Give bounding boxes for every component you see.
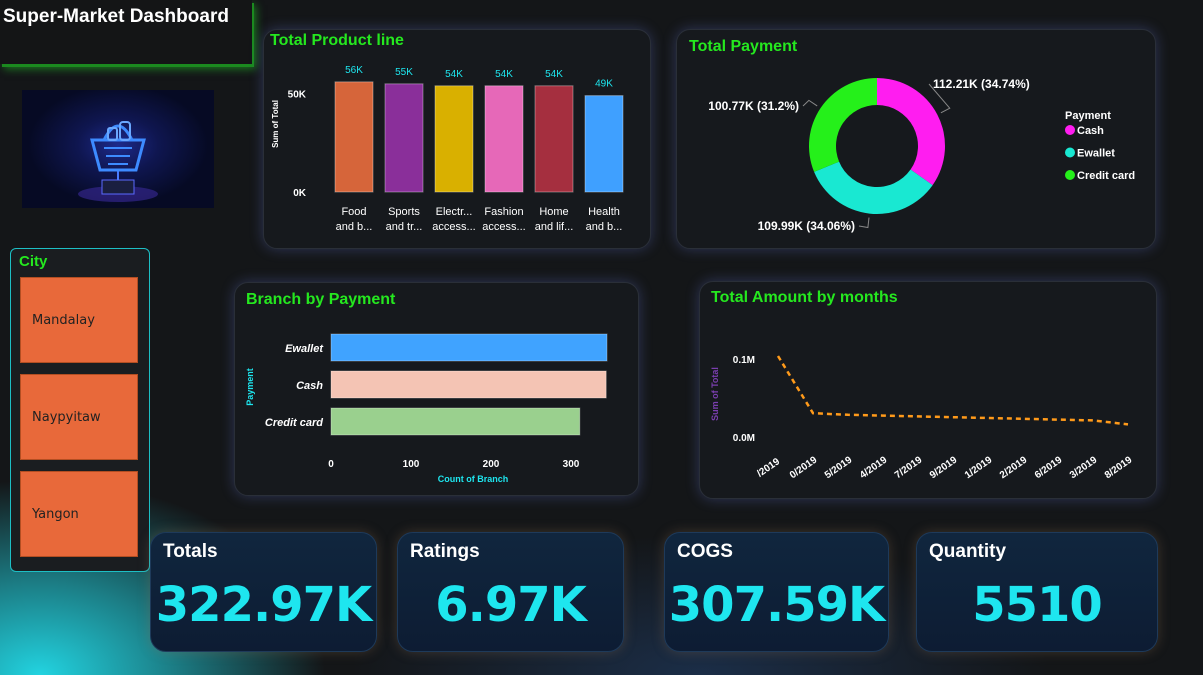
product-bar: [384, 83, 424, 193]
payment-legend-title: Payment: [1065, 110, 1111, 122]
product-category-label: and lif...: [535, 221, 574, 233]
kpi-cogs-value: 307.59K: [668, 577, 885, 633]
product-category-label: Health: [588, 206, 620, 218]
product-y-tick: 0K: [293, 188, 307, 199]
branch-card: Branch by Payment Ewallet Cash Credit card…: [234, 282, 639, 496]
product-data-label: 55K: [395, 67, 413, 78]
dashboard-title: Super-Market Dashboard: [3, 6, 229, 27]
product-category-label: Food: [341, 206, 366, 218]
payment-data-label: 112.21K (34.74%): [933, 77, 1030, 91]
kpi-ratings-label: Ratings: [410, 541, 480, 562]
neon-shopping-basket-icon: [22, 90, 214, 208]
payment-card: Total Payment 112.21K (34.74%) 109.99K (3…: [676, 29, 1156, 249]
payment-slice: [809, 78, 877, 172]
months-x-tick: 5/2019: [823, 454, 855, 481]
payment-legend-item: Ewallet: [1077, 148, 1115, 160]
product-line-card: Total Product line Sum of Total 0K 50K 56K F…: [263, 29, 651, 249]
product-category-label: access...: [432, 221, 475, 233]
product-data-label: 54K: [445, 69, 463, 80]
city-item-yangon[interactable]: Yangon: [20, 471, 138, 557]
product-data-label: 54K: [495, 69, 513, 80]
product-data-label: 49K: [595, 79, 613, 90]
payment-slice: [877, 78, 945, 186]
product-category-label: and tr...: [386, 221, 423, 233]
product-category-label: and b...: [586, 221, 623, 233]
product-category-label: Electr...: [436, 206, 473, 218]
kpi-totals: Totals 322.97K: [150, 532, 377, 652]
product-bar: [584, 95, 624, 193]
kpi-totals-value: 322.97K: [155, 577, 372, 633]
payment-legend-marker: [1065, 147, 1075, 158]
branch-x-tick: 0: [328, 459, 334, 470]
months-y-tick: 0.1M: [733, 355, 755, 366]
payment-legend-item: Cash: [1077, 125, 1104, 137]
payment-legend-marker: [1065, 125, 1075, 135]
city-slicer: City Mandalay Naypyitaw Yangon: [10, 248, 150, 572]
product-category-label: Sports: [388, 206, 420, 218]
product-category-label: and b...: [336, 221, 373, 233]
kpi-cogs-label: COGS: [677, 541, 733, 562]
kpi-quantity: Quantity 5510: [916, 532, 1158, 652]
payment-leader-line: [858, 217, 870, 229]
product-bar: [484, 85, 524, 193]
branch-category-label: Cash: [296, 380, 323, 392]
product-y-tick: 50K: [288, 90, 307, 101]
months-x-tick: 2/2019: [998, 454, 1030, 481]
product-line-chart: Sum of Total 0K 50K 56K Food and b... 55K Sport…: [271, 65, 624, 233]
months-x-tick: 6/2019: [1033, 454, 1065, 481]
branch-bar-chart: Ewallet Cash Credit card 0 100 200 300 Count of…: [245, 333, 608, 484]
branch-category-label: Ewallet: [285, 343, 324, 355]
months-x-tick: 3/2019: [1068, 454, 1100, 481]
payment-donut-chart: 112.21K (34.74%) 109.99K (34.06%) 100.77K …: [708, 77, 1135, 233]
months-y-tick: 0.0M: [733, 433, 755, 444]
kpi-cogs: COGS 307.59K: [664, 532, 889, 652]
months-x-tick: 8/2019: [1103, 454, 1135, 481]
months-line-chart: Sum of Total 0.0M 0.1M/2019 0/2019 5/2019 4/2…: [710, 355, 1135, 481]
product-y-axis-label: Sum of Total: [271, 100, 280, 148]
branch-bar: [330, 333, 608, 362]
branch-x-tick: 300: [563, 459, 580, 470]
kpi-quantity-value: 5510: [972, 577, 1103, 633]
product-bar: [334, 81, 374, 193]
city-item-naypyitaw[interactable]: Naypyitaw: [20, 374, 138, 460]
product-category-label: access...: [482, 221, 525, 233]
city-slicer-title: City: [19, 253, 48, 270]
product-data-label: 54K: [545, 69, 563, 80]
payment-legend-marker: [1065, 170, 1075, 180]
product-bar: [434, 85, 474, 193]
branch-bar: [330, 407, 581, 436]
branch-bar: [330, 370, 607, 399]
city-item-mandalay[interactable]: Mandalay: [20, 277, 138, 363]
months-x-tick: 4/2019: [858, 454, 890, 481]
months-x-tick: 7/2019: [893, 454, 925, 481]
kpi-ratings: Ratings 6.97K: [397, 532, 624, 652]
payment-legend-item: Credit card: [1077, 170, 1135, 182]
branch-x-tick: 200: [483, 459, 500, 470]
dashboard-title-box: Super-Market Dashboard: [0, 0, 252, 64]
payment-leader-line: [802, 99, 818, 107]
months-card: Total Amount by months Sum of Total 0.0M 0…: [699, 281, 1157, 499]
kpi-totals-label: Totals: [163, 541, 218, 562]
payment-data-label: 109.99K (34.06%): [758, 219, 855, 233]
months-x-tick: 9/2019: [928, 454, 960, 481]
product-category-label: Home: [539, 206, 568, 218]
product-bar: [534, 85, 574, 193]
months-y-axis-label: Sum of Total: [710, 367, 720, 421]
months-x-tick: 0/2019: [788, 454, 820, 481]
product-category-label: Fashion: [484, 206, 523, 218]
kpi-ratings-value: 6.97K: [435, 577, 587, 633]
branch-y-axis-label: Payment: [245, 368, 255, 406]
branch-category-label: Credit card: [265, 417, 323, 429]
product-data-label: 56K: [345, 65, 363, 76]
months-x-tick: 1/2019: [963, 454, 995, 481]
kpi-quantity-label: Quantity: [929, 541, 1007, 562]
branch-x-tick: 100: [403, 459, 420, 470]
payment-data-label: 100.77K (31.2%): [708, 99, 799, 113]
months-x-tick: /2019: [755, 456, 782, 480]
months-line: [776, 355, 1129, 426]
branch-x-axis-label: Count of Branch: [438, 474, 509, 484]
